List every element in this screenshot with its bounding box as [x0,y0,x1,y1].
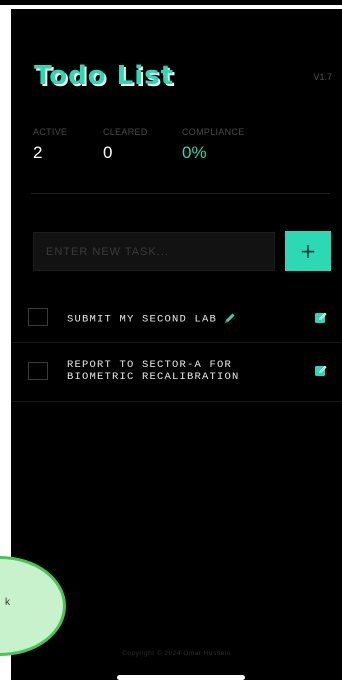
task-row: REPORT TO SECTOR-A FOR BIOMETRIC RECALIB… [11,343,342,402]
stat-cleared-label: CLEARED [103,127,148,137]
version-label: V1.7 [313,72,332,82]
new-task-input[interactable] [33,232,275,271]
stat-compliance: COMPLIANCE 0% [182,127,245,163]
app-window: Todo List V1.7 ACTIVE 2 CLEARED 0 COMPLI… [11,9,342,680]
stat-compliance-label: COMPLIANCE [182,127,245,137]
edit-icon[interactable] [314,364,328,378]
stat-cleared-value: 0 [103,143,113,162]
task-label: SUBMIT MY SECOND LAB [67,313,218,326]
top-status-bar [0,0,342,5]
edit-icon[interactable] [314,311,328,325]
stats-divider [31,193,330,194]
stat-active-value: 2 [33,143,43,162]
home-indicator[interactable] [117,675,245,680]
stat-cleared: CLEARED 0 [103,127,148,163]
pencil-icon [225,313,235,323]
app-title: Todo List [34,61,175,91]
copyright-footer: Copyright © 2024 Omar Hussein [122,650,231,657]
task-checkbox[interactable] [28,362,48,380]
stat-active: ACTIVE 2 [33,127,67,163]
task-row: SUBMIT MY SECOND LAB [11,296,342,343]
stat-compliance-value: 0% [182,143,207,162]
screen: Todo List V1.7 ACTIVE 2 CLEARED 0 COMPLI… [0,0,342,680]
task-checkbox[interactable] [28,308,48,326]
add-task-button[interactable]: + [285,231,331,271]
task-text: SUBMIT MY SECOND LAB [67,312,236,325]
task-text: REPORT TO SECTOR-A FOR BIOMETRIC RECALIB… [67,359,240,383]
plus-icon: + [299,239,317,263]
bubble-text: k [5,597,10,608]
stat-active-label: ACTIVE [33,127,68,137]
